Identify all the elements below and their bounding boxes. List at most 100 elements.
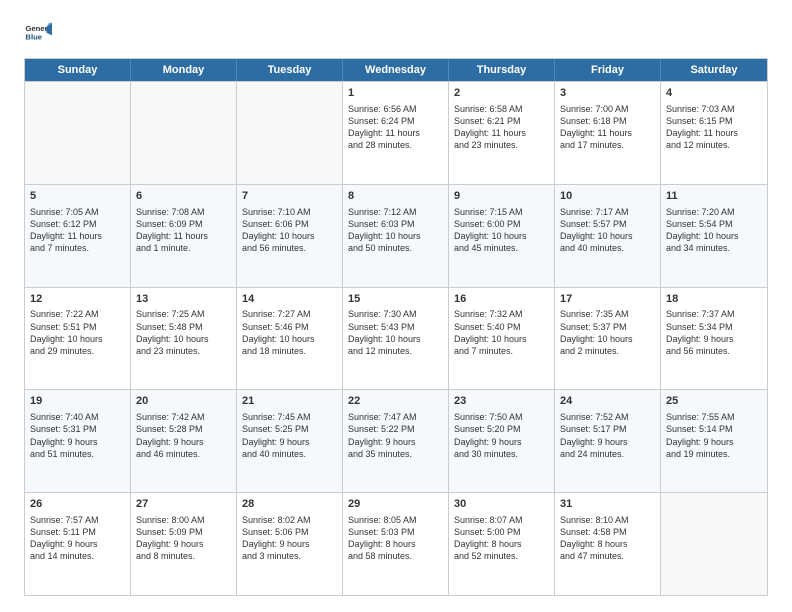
calendar-cell: 17Sunrise: 7:35 AM Sunset: 5:37 PM Dayli… xyxy=(555,288,661,390)
calendar-cell: 29Sunrise: 8:05 AM Sunset: 5:03 PM Dayli… xyxy=(343,493,449,595)
day-info: Sunrise: 7:08 AM Sunset: 6:09 PM Dayligh… xyxy=(136,206,231,255)
calendar-cell-empty xyxy=(131,82,237,184)
calendar-cell: 31 Sunrise: 8:10 AM Sunset: 4:58 PM Dayli… xyxy=(555,493,661,595)
day-number: 3 xyxy=(560,86,655,101)
day-number: 10 xyxy=(560,189,655,204)
weekday-header: Thursday xyxy=(449,59,555,81)
logo: General Blue xyxy=(24,20,52,48)
day-info: Sunrise: 7:35 AM Sunset: 5:37 PM Dayligh… xyxy=(560,308,655,357)
day-info: Sunrise: 7:52 AM Sunset: 5:17 PM Dayligh… xyxy=(560,411,655,460)
weekday-header: Saturday xyxy=(661,59,767,81)
calendar-cell: 22 Sunrise: 7:47 AM Sunset: 5:22 PM Dayli… xyxy=(343,390,449,492)
day-info: Sunrise: 7:55 AM Sunset: 5:14 PM Dayligh… xyxy=(666,411,762,460)
calendar-cell: 25 Sunrise: 7:55 AM Sunset: 5:14 PM Dayli… xyxy=(661,390,767,492)
day-info: Sunrise: 7:20 AM Sunset: 5:54 PM Dayligh… xyxy=(666,206,762,255)
calendar-cell: 1 Sunrise: 6:56 AM Sunset: 6:24 PM Daylig… xyxy=(343,82,449,184)
day-number: 18 xyxy=(666,292,762,307)
day-number: 20 xyxy=(136,394,231,409)
calendar-row: 5 Sunrise: 7:05 AM Sunset: 6:12 PM Daylig… xyxy=(25,184,767,287)
calendar-cell: 16Sunrise: 7:32 AM Sunset: 5:40 PM Dayli… xyxy=(449,288,555,390)
day-number: 1 xyxy=(348,86,443,101)
calendar-cell: 10 Sunrise: 7:17 AM Sunset: 5:57 PM Dayli… xyxy=(555,185,661,287)
calendar-cell: 19Sunrise: 7:40 AM Sunset: 5:31 PM Dayli… xyxy=(25,390,131,492)
calendar-cell: 20 Sunrise: 7:42 AM Sunset: 5:28 PM Dayli… xyxy=(131,390,237,492)
calendar: SundayMondayTuesdayWednesdayThursdayFrid… xyxy=(24,58,768,596)
calendar-cell: 9 Sunrise: 7:15 AM Sunset: 6:00 PM Daylig… xyxy=(449,185,555,287)
weekday-header: Monday xyxy=(131,59,237,81)
day-number: 17 xyxy=(560,292,655,307)
day-number: 14 xyxy=(242,292,337,307)
logo-icon: General Blue xyxy=(24,20,52,48)
header: General Blue xyxy=(24,20,768,48)
day-info: Sunrise: 6:58 AM Sunset: 6:21 PM Dayligh… xyxy=(454,103,549,152)
day-info: Sunrise: 7:27 AM Sunset: 5:46 PM Dayligh… xyxy=(242,308,337,357)
day-info: Sunrise: 7:15 AM Sunset: 6:00 PM Dayligh… xyxy=(454,206,549,255)
day-info: Sunrise: 7:57 AM Sunset: 5:11 PM Dayligh… xyxy=(30,514,125,563)
day-number: 2 xyxy=(454,86,549,101)
calendar-cell: 28Sunrise: 8:02 AM Sunset: 5:06 PM Dayli… xyxy=(237,493,343,595)
day-number: 22 xyxy=(348,394,443,409)
day-info: Sunrise: 7:05 AM Sunset: 6:12 PM Dayligh… xyxy=(30,206,125,255)
weekday-header: Sunday xyxy=(25,59,131,81)
day-number: 24 xyxy=(560,394,655,409)
calendar-cell: 7Sunrise: 7:10 AM Sunset: 6:06 PM Daylig… xyxy=(237,185,343,287)
day-info: Sunrise: 7:03 AM Sunset: 6:15 PM Dayligh… xyxy=(666,103,762,152)
day-info: Sunrise: 6:56 AM Sunset: 6:24 PM Dayligh… xyxy=(348,103,443,152)
day-number: 26 xyxy=(30,497,125,512)
day-info: Sunrise: 7:17 AM Sunset: 5:57 PM Dayligh… xyxy=(560,206,655,255)
calendar-cell-empty xyxy=(661,493,767,595)
day-info: Sunrise: 7:10 AM Sunset: 6:06 PM Dayligh… xyxy=(242,206,337,255)
day-info: Sunrise: 7:40 AM Sunset: 5:31 PM Dayligh… xyxy=(30,411,125,460)
calendar-cell-empty xyxy=(25,82,131,184)
calendar-header: SundayMondayTuesdayWednesdayThursdayFrid… xyxy=(25,59,767,81)
calendar-cell: 11 Sunrise: 7:20 AM Sunset: 5:54 PM Dayli… xyxy=(661,185,767,287)
calendar-cell: 30 Sunrise: 8:07 AM Sunset: 5:00 PM Dayli… xyxy=(449,493,555,595)
day-number: 30 xyxy=(454,497,549,512)
day-number: 27 xyxy=(136,497,231,512)
calendar-cell: 24 Sunrise: 7:52 AM Sunset: 5:17 PM Dayli… xyxy=(555,390,661,492)
calendar-cell: 27 Sunrise: 8:00 AM Sunset: 5:09 PM Dayli… xyxy=(131,493,237,595)
day-info: Sunrise: 8:07 AM Sunset: 5:00 PM Dayligh… xyxy=(454,514,549,563)
day-info: Sunrise: 7:50 AM Sunset: 5:20 PM Dayligh… xyxy=(454,411,549,460)
day-number: 8 xyxy=(348,189,443,204)
weekday-header: Wednesday xyxy=(343,59,449,81)
day-info: Sunrise: 7:00 AM Sunset: 6:18 PM Dayligh… xyxy=(560,103,655,152)
calendar-cell: 18Sunrise: 7:37 AM Sunset: 5:34 PM Dayli… xyxy=(661,288,767,390)
day-number: 25 xyxy=(666,394,762,409)
calendar-cell: 13Sunrise: 7:25 AM Sunset: 5:48 PM Dayli… xyxy=(131,288,237,390)
calendar-cell: 3 Sunrise: 7:00 AM Sunset: 6:18 PM Daylig… xyxy=(555,82,661,184)
weekday-header: Friday xyxy=(555,59,661,81)
calendar-cell: 5 Sunrise: 7:05 AM Sunset: 6:12 PM Daylig… xyxy=(25,185,131,287)
day-number: 23 xyxy=(454,394,549,409)
day-info: Sunrise: 7:30 AM Sunset: 5:43 PM Dayligh… xyxy=(348,308,443,357)
calendar-cell: 23 Sunrise: 7:50 AM Sunset: 5:20 PM Dayli… xyxy=(449,390,555,492)
day-info: Sunrise: 7:42 AM Sunset: 5:28 PM Dayligh… xyxy=(136,411,231,460)
calendar-cell: 4Sunrise: 7:03 AM Sunset: 6:15 PM Daylig… xyxy=(661,82,767,184)
day-number: 11 xyxy=(666,189,762,204)
calendar-cell: 26 Sunrise: 7:57 AM Sunset: 5:11 PM Dayli… xyxy=(25,493,131,595)
calendar-cell-empty xyxy=(237,82,343,184)
calendar-cell: 14Sunrise: 7:27 AM Sunset: 5:46 PM Dayli… xyxy=(237,288,343,390)
day-number: 31 xyxy=(560,497,655,512)
day-info: Sunrise: 8:05 AM Sunset: 5:03 PM Dayligh… xyxy=(348,514,443,563)
day-info: Sunrise: 7:47 AM Sunset: 5:22 PM Dayligh… xyxy=(348,411,443,460)
day-number: 28 xyxy=(242,497,337,512)
day-number: 9 xyxy=(454,189,549,204)
calendar-row: 12Sunrise: 7:22 AM Sunset: 5:51 PM Dayli… xyxy=(25,287,767,390)
day-info: Sunrise: 8:10 AM Sunset: 4:58 PM Dayligh… xyxy=(560,514,655,563)
day-info: Sunrise: 7:37 AM Sunset: 5:34 PM Dayligh… xyxy=(666,308,762,357)
day-number: 15 xyxy=(348,292,443,307)
day-info: Sunrise: 7:25 AM Sunset: 5:48 PM Dayligh… xyxy=(136,308,231,357)
calendar-cell: 12Sunrise: 7:22 AM Sunset: 5:51 PM Dayli… xyxy=(25,288,131,390)
day-number: 13 xyxy=(136,292,231,307)
page: General Blue SundayMondayTuesdayWednesda… xyxy=(0,0,792,612)
day-number: 12 xyxy=(30,292,125,307)
calendar-cell: 6Sunrise: 7:08 AM Sunset: 6:09 PM Daylig… xyxy=(131,185,237,287)
calendar-body: 1 Sunrise: 6:56 AM Sunset: 6:24 PM Daylig… xyxy=(25,81,767,595)
weekday-header: Tuesday xyxy=(237,59,343,81)
day-info: Sunrise: 8:00 AM Sunset: 5:09 PM Dayligh… xyxy=(136,514,231,563)
day-info: Sunrise: 7:22 AM Sunset: 5:51 PM Dayligh… xyxy=(30,308,125,357)
day-number: 16 xyxy=(454,292,549,307)
calendar-row: 19Sunrise: 7:40 AM Sunset: 5:31 PM Dayli… xyxy=(25,389,767,492)
day-number: 5 xyxy=(30,189,125,204)
